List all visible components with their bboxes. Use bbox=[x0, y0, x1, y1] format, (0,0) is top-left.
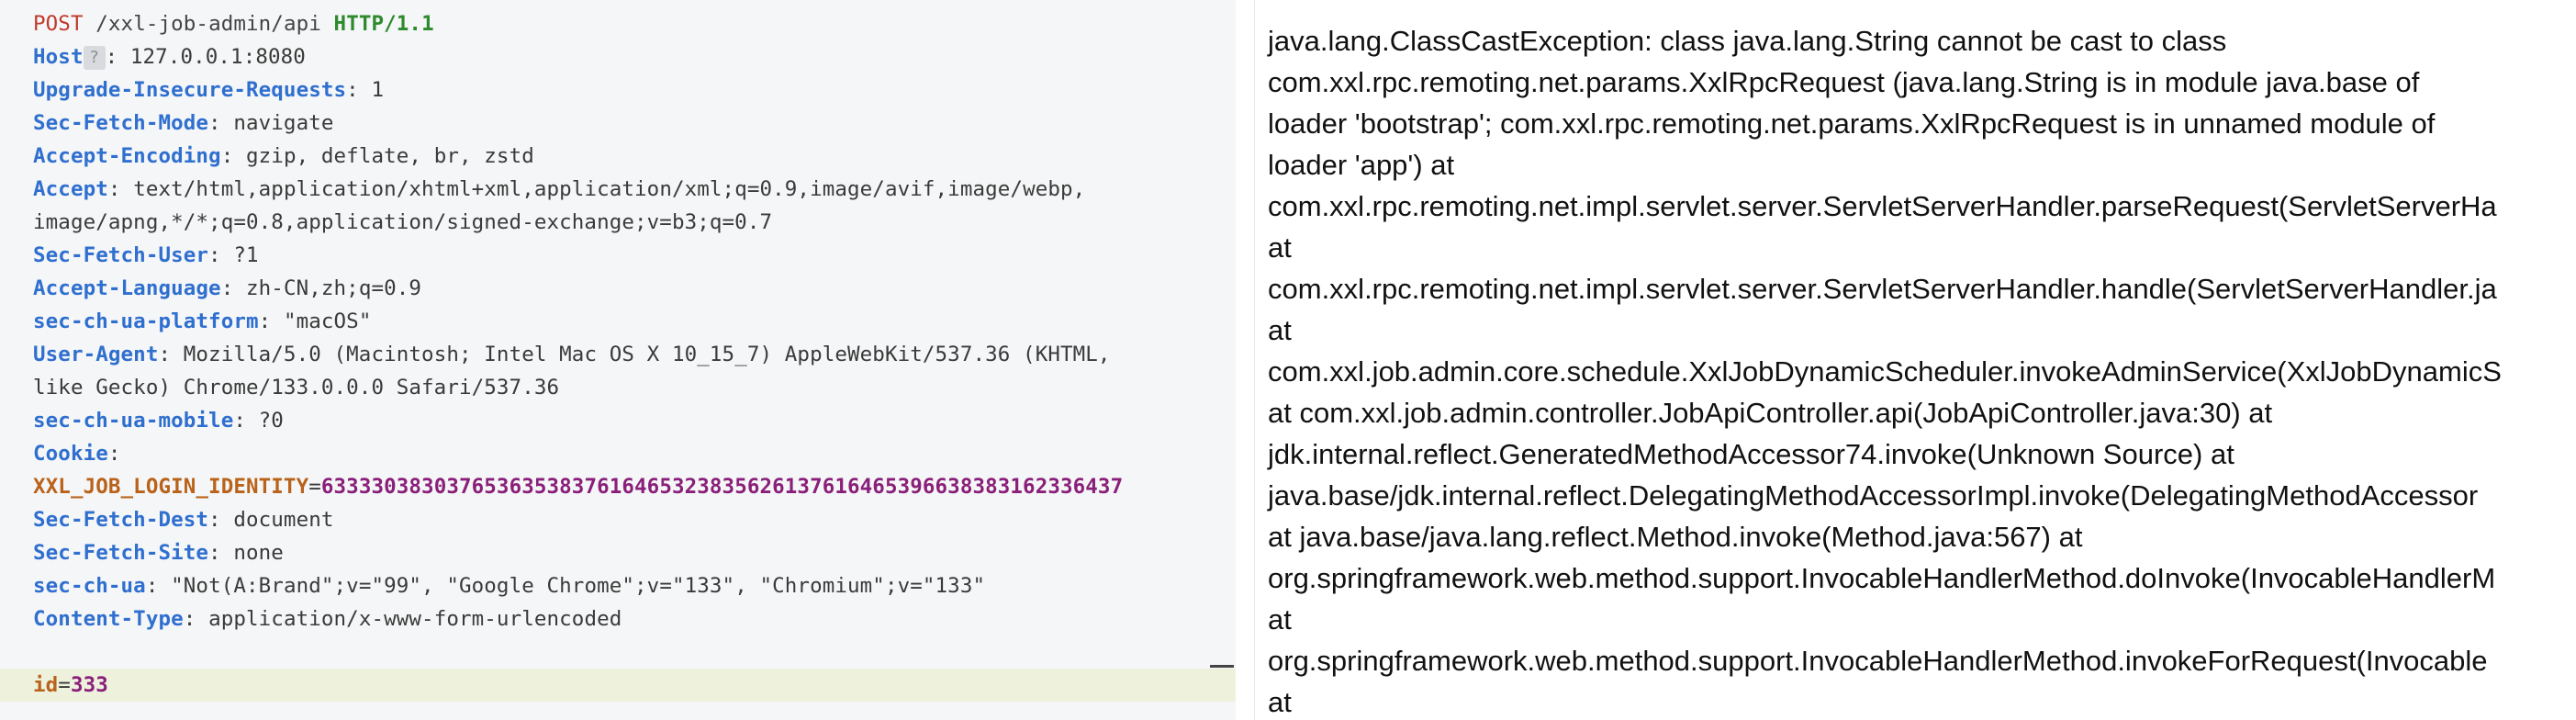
response-line: org.springframework.web.method.support.I… bbox=[1268, 645, 2488, 677]
header-name: User-Agent bbox=[33, 343, 159, 366]
response-line: at bbox=[1268, 603, 1292, 636]
header-name: Accept-Encoding bbox=[33, 144, 221, 168]
header-value: none bbox=[233, 541, 284, 565]
header-name: Accept bbox=[33, 177, 108, 201]
header-line-cookie: Cookie: bbox=[33, 442, 134, 466]
header-line-accept-language: Accept-Language: zh-CN,zh;q=0.9 bbox=[33, 276, 422, 300]
header-name: Upgrade-Insecure-Requests bbox=[33, 78, 347, 102]
response-line: at java.base/java.lang.reflect.Method.in… bbox=[1268, 521, 2083, 553]
header-line-sec-ch-ua-mobile: sec-ch-ua-mobile: ?0 bbox=[33, 409, 284, 433]
response-line: jdk.internal.reflect.GeneratedMethodAcce… bbox=[1268, 438, 2234, 470]
request-body-line[interactable]: id=333 bbox=[0, 669, 1236, 702]
response-line: at bbox=[1268, 686, 1292, 718]
header-line-sec-fetch-dest: Sec-Fetch-Dest: document bbox=[33, 508, 334, 532]
response-body-text: java.lang.ClassCastException: class java… bbox=[1268, 20, 2576, 720]
response-viewer[interactable]: java.lang.ClassCastException: class java… bbox=[1254, 0, 2576, 720]
header-line-content-type: Content-Type: application/x-www-form-url… bbox=[33, 607, 622, 631]
header-value: gzip, deflate, br, zstd bbox=[246, 144, 534, 168]
header-value: application/x-www-form-urlencoded bbox=[208, 607, 622, 631]
header-name: Accept-Language bbox=[33, 276, 221, 300]
response-line: loader 'bootstrap'; com.xxl.rpc.remoting… bbox=[1268, 107, 2436, 140]
request-text[interactable]: POST /xxl-job-admin/api HTTP/1.1 Host?: … bbox=[0, 7, 1236, 702]
header-value: navigate bbox=[233, 111, 334, 135]
header-name: Cookie bbox=[33, 442, 108, 466]
response-line: java.base/jdk.internal.reflect.Delegatin… bbox=[1268, 479, 2479, 512]
header-value-continuation: like Gecko) Chrome/133.0.0.0 Safari/537.… bbox=[33, 376, 560, 399]
request-editor[interactable]: POST /xxl-job-admin/api HTTP/1.1 Host?: … bbox=[0, 0, 1236, 720]
header-name: Host bbox=[33, 45, 84, 69]
header-line-sec-ch-ua-platform: sec-ch-ua-platform: "macOS" bbox=[33, 309, 372, 333]
header-name: Content-Type bbox=[33, 607, 184, 631]
header-line-host: Host?: 127.0.0.1:8080 bbox=[33, 45, 306, 70]
header-line-accept: Accept: text/html,application/xhtml+xml,… bbox=[33, 177, 1086, 201]
header-value-continuation: image/apng,*/*;q=0.8,application/signed-… bbox=[33, 210, 773, 234]
http-method: POST bbox=[33, 12, 84, 36]
header-line-sec-fetch-site: Sec-Fetch-Site: none bbox=[33, 541, 284, 565]
header-name: Sec-Fetch-Site bbox=[33, 541, 209, 565]
header-value: 127.0.0.1:8080 bbox=[129, 45, 306, 69]
header-value: text/html,application/xhtml+xml,applicat… bbox=[133, 177, 1086, 201]
request-headers: Host?: 127.0.0.1:8080 Upgrade-Insecure-Re… bbox=[0, 40, 1236, 636]
body-param-key: id bbox=[33, 673, 59, 697]
header-line-accept-encoding: Accept-Encoding: gzip, deflate, br, zstd bbox=[33, 144, 534, 168]
response-line: at com.xxl.job.admin.controller.JobApiCo… bbox=[1268, 397, 2273, 429]
body-param-value: 333 bbox=[70, 673, 108, 697]
header-name: sec-ch-ua-platform bbox=[33, 309, 259, 333]
response-line: org.springframework.web.method.support.I… bbox=[1268, 562, 2496, 594]
response-line: at bbox=[1268, 314, 1292, 346]
header-name: Sec-Fetch-Mode bbox=[33, 111, 209, 135]
header-name: Sec-Fetch-Dest bbox=[33, 508, 209, 532]
response-line: loader 'app') at bbox=[1268, 149, 1455, 181]
header-line-user-agent: User-Agent: Mozilla/5.0 (Macintosh; Inte… bbox=[33, 343, 1111, 366]
header-continuation-line: image/apng,*/*;q=0.8,application/signed-… bbox=[0, 206, 1236, 239]
response-line: com.xxl.rpc.remoting.net.impl.servlet.se… bbox=[1268, 190, 2497, 222]
header-line-upgrade-insecure-requests: Upgrade-Insecure-Requests: 1 bbox=[33, 78, 385, 102]
response-line: com.xxl.rpc.remoting.net.impl.servlet.se… bbox=[1268, 273, 2497, 305]
question-mark-icon[interactable]: ? bbox=[83, 46, 106, 70]
header-line-sec-ch-ua: sec-ch-ua: "Not(A:Brand";v="99", "Google… bbox=[33, 574, 986, 598]
header-line-sec-fetch-mode: Sec-Fetch-Mode: navigate bbox=[33, 111, 334, 135]
header-name: sec-ch-ua-mobile bbox=[33, 409, 234, 433]
header-line-sec-fetch-user: Sec-Fetch-User: ?1 bbox=[33, 243, 259, 267]
http-protocol: HTTP/1.1 bbox=[333, 12, 434, 36]
response-line: com.xxl.job.admin.core.schedule.XxlJobDy… bbox=[1268, 355, 2502, 388]
response-line: at bbox=[1268, 231, 1292, 264]
header-continuation-line: like Gecko) Chrome/133.0.0.0 Safari/537.… bbox=[0, 371, 1236, 404]
header-value: ?0 bbox=[258, 409, 284, 433]
cookie-line: XXL_JOB_LOGIN_IDENTITY=63333038303765363… bbox=[33, 475, 1124, 499]
request-line: POST /xxl-job-admin/api HTTP/1.1 bbox=[0, 7, 1236, 40]
header-value: document bbox=[233, 508, 334, 532]
header-value: 1 bbox=[371, 78, 385, 102]
header-value: ?1 bbox=[233, 243, 259, 267]
header-value: zh-CN,zh;q=0.9 bbox=[246, 276, 422, 300]
header-value: Mozilla/5.0 (Macintosh; Intel Mac OS X 1… bbox=[183, 343, 1111, 366]
header-value: "macOS" bbox=[283, 309, 372, 333]
cookie-value: 6333303830376536353837616465323835626137… bbox=[320, 475, 1124, 499]
response-line: java.lang.ClassCastException: class java… bbox=[1268, 25, 2227, 57]
header-name: sec-ch-ua bbox=[33, 574, 146, 598]
pane-resize-handle[interactable] bbox=[1210, 665, 1234, 668]
request-path: /xxl-job-admin/api bbox=[95, 12, 321, 36]
pane-divider[interactable] bbox=[1236, 0, 1252, 720]
response-line: com.xxl.rpc.remoting.net.params.XxlRpcRe… bbox=[1268, 66, 2420, 98]
header-value: "Not(A:Brand";v="99", "Google Chrome";v=… bbox=[171, 574, 986, 598]
header-name: Sec-Fetch-User bbox=[33, 243, 209, 267]
cookie-name: XXL_JOB_LOGIN_IDENTITY bbox=[33, 475, 309, 499]
